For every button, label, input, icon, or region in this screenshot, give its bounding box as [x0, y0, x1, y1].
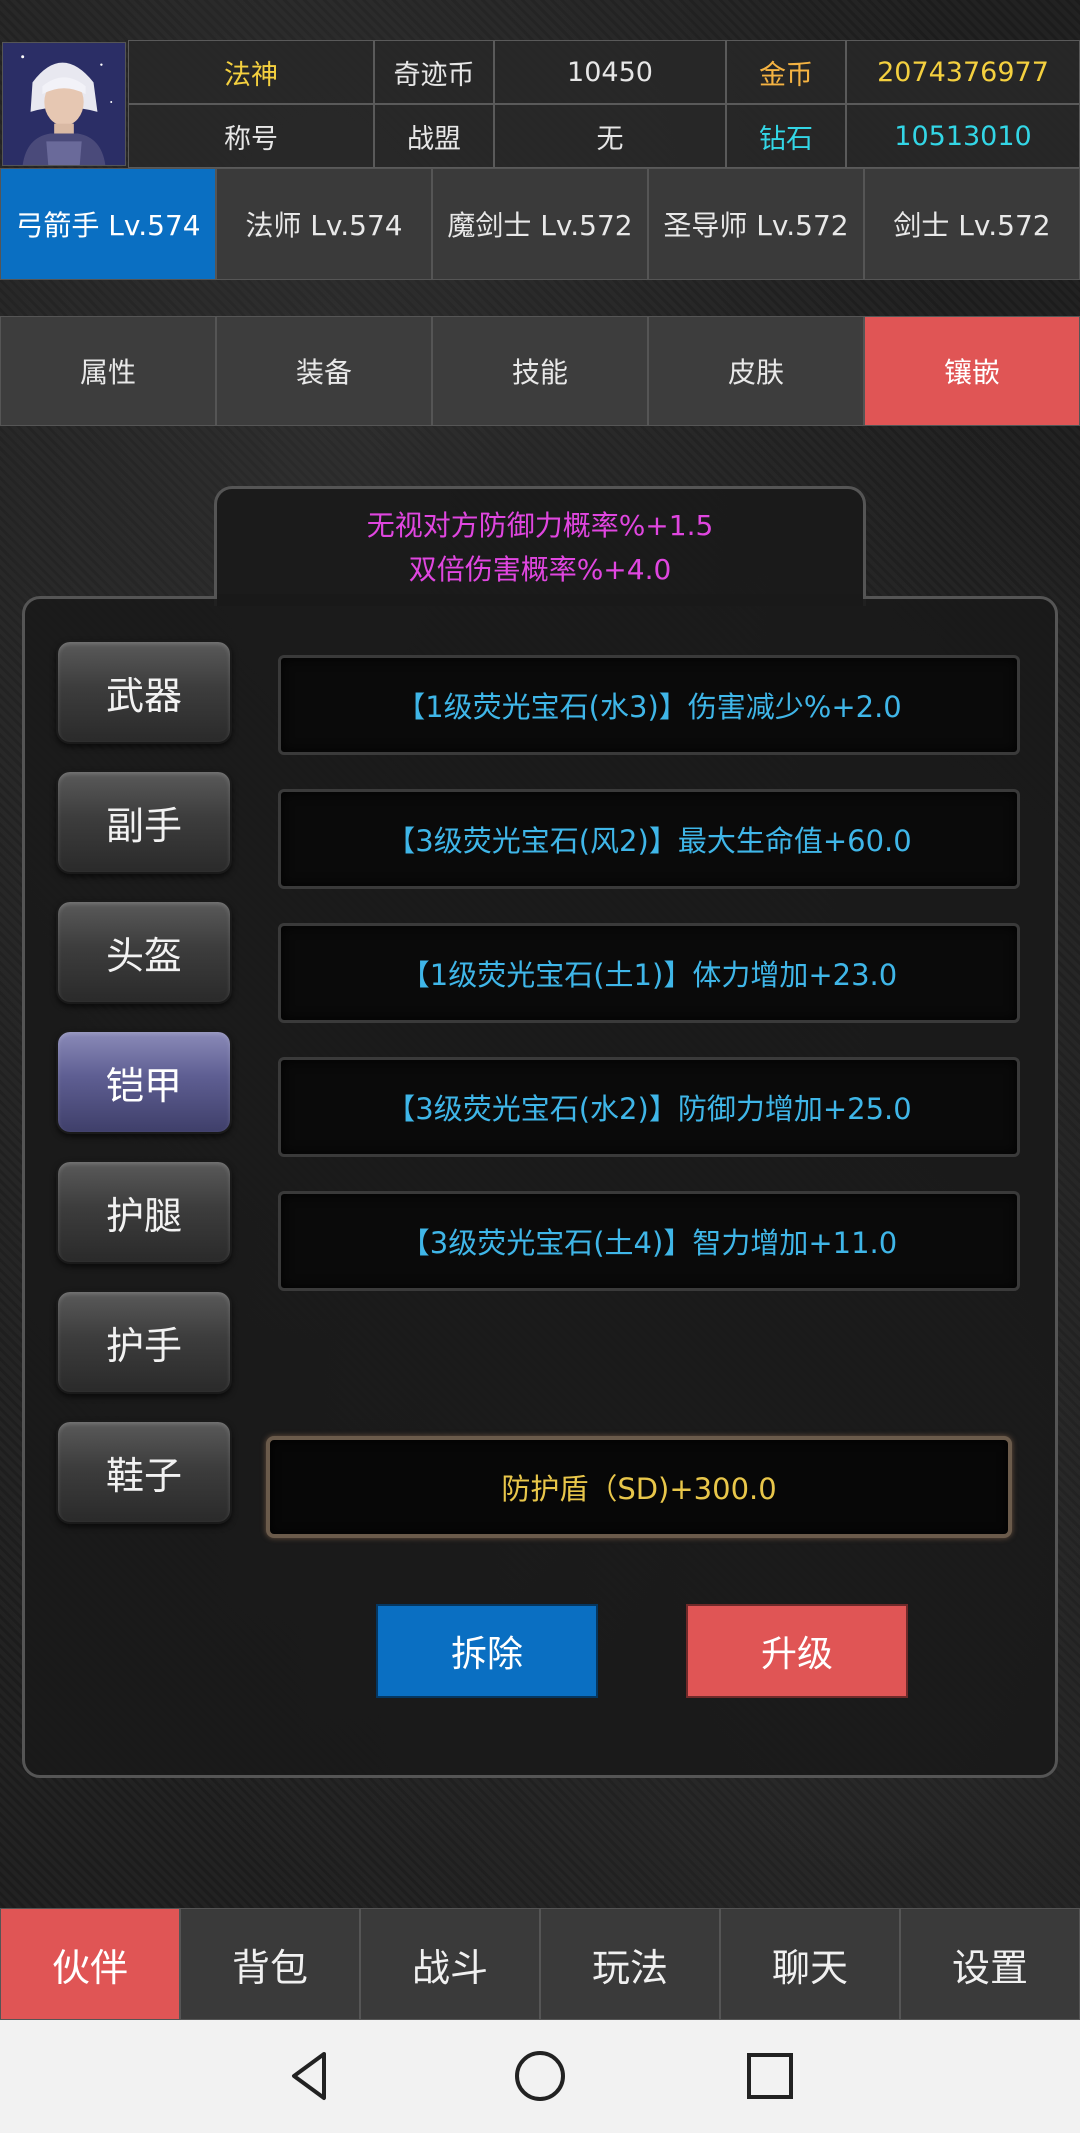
slot-leggings-button[interactable]: 护腿 — [56, 1160, 232, 1264]
gem-socket-2[interactable]: 【3级荧光宝石(风2)】最大生命值+60.0 — [278, 789, 1020, 889]
tab-mage[interactable]: 法师 Lv.574 — [216, 168, 432, 280]
bonus-double-damage: 双倍伤害概率%+4.0 — [408, 552, 672, 586]
gem-socket-1[interactable]: 【1级荧光宝石(水3)】伤害减少%+2.0 — [278, 655, 1020, 755]
title-label[interactable]: 称号 — [128, 104, 374, 168]
bottom-nav: 伙伴 背包 战斗 玩法 聊天 设置 — [0, 1908, 1080, 2020]
gem-socket-4[interactable]: 【3级荧光宝石(水2)】防御力增加+25.0 — [278, 1057, 1020, 1157]
recents-icon[interactable] — [740, 2046, 800, 2106]
nav-settings[interactable]: 设置 — [900, 1908, 1080, 2020]
tab-magic-swordsman[interactable]: 魔剑士 Lv.572 — [432, 168, 648, 280]
set-bonus-panel: 无视对方防御力概率%+1.5 双倍伤害概率%+4.0 — [214, 486, 866, 606]
shield-bonus: 防护盾（SD)+300.0 — [266, 1436, 1012, 1538]
tab-archer[interactable]: 弓箭手 Lv.574 — [0, 168, 216, 280]
tab-attributes[interactable]: 属性 — [0, 316, 216, 426]
panel-divider — [217, 594, 863, 602]
class-tabs: 弓箭手 Lv.574 法师 Lv.574 魔剑士 Lv.572 圣导师 Lv.5… — [0, 168, 1080, 280]
back-icon[interactable] — [280, 2046, 340, 2106]
miracle-coin-value: 10450 — [494, 40, 726, 104]
diamond-value: 10513010 — [846, 104, 1080, 168]
nav-battle[interactable]: 战斗 — [360, 1908, 540, 2020]
tab-equipment[interactable]: 装备 — [216, 316, 432, 426]
system-nav-bar — [0, 2020, 1080, 2133]
gem-socket-3[interactable]: 【1级荧光宝石(土1)】体力增加+23.0 — [278, 923, 1020, 1023]
gem-socket-5[interactable]: 【3级荧光宝石(土4)】智力增加+11.0 — [278, 1191, 1020, 1291]
miracle-coin-label: 奇迹币 — [374, 40, 494, 104]
nav-gameplay[interactable]: 玩法 — [540, 1908, 720, 2020]
remove-button[interactable]: 拆除 — [376, 1604, 598, 1698]
player-name[interactable]: 法神 — [128, 40, 374, 104]
slot-armor-button[interactable]: 铠甲 — [56, 1030, 232, 1134]
alliance-value: 无 — [494, 104, 726, 168]
slot-gloves-button[interactable]: 护手 — [56, 1290, 232, 1394]
player-avatar[interactable] — [2, 42, 126, 166]
player-header: 法神 奇迹币 10450 金币 2074376977 称号 战盟 无 钻石 10… — [0, 40, 1080, 168]
avatar-portrait-icon — [3, 43, 125, 165]
slot-helmet-button[interactable]: 头盔 — [56, 900, 232, 1004]
slot-weapon-button[interactable]: 武器 — [56, 640, 232, 744]
nav-backpack[interactable]: 背包 — [180, 1908, 360, 2020]
upgrade-button[interactable]: 升级 — [686, 1604, 908, 1698]
home-icon[interactable] — [510, 2046, 570, 2106]
gold-value: 2074376977 — [846, 40, 1080, 104]
tab-skills[interactable]: 技能 — [432, 316, 648, 426]
slot-offhand-button[interactable]: 副手 — [56, 770, 232, 874]
tab-holy-mentor[interactable]: 圣导师 Lv.572 — [648, 168, 864, 280]
tab-inlay[interactable]: 镶嵌 — [864, 316, 1080, 426]
gold-label: 金币 — [726, 40, 846, 104]
nav-chat[interactable]: 聊天 — [720, 1908, 900, 2020]
diamond-label: 钻石 — [726, 104, 846, 168]
section-tabs: 属性 装备 技能 皮肤 镶嵌 — [0, 316, 1080, 426]
alliance-label: 战盟 — [374, 104, 494, 168]
slot-boots-button[interactable]: 鞋子 — [56, 1420, 232, 1524]
bonus-ignore-defense: 无视对方防御力概率%+1.5 — [366, 508, 714, 542]
tab-skins[interactable]: 皮肤 — [648, 316, 864, 426]
nav-partner[interactable]: 伙伴 — [0, 1908, 180, 2020]
player-info-grid: 法神 奇迹币 10450 金币 2074376977 称号 战盟 无 钻石 10… — [128, 40, 1080, 168]
tab-swordsman[interactable]: 剑士 Lv.572 — [864, 168, 1080, 280]
